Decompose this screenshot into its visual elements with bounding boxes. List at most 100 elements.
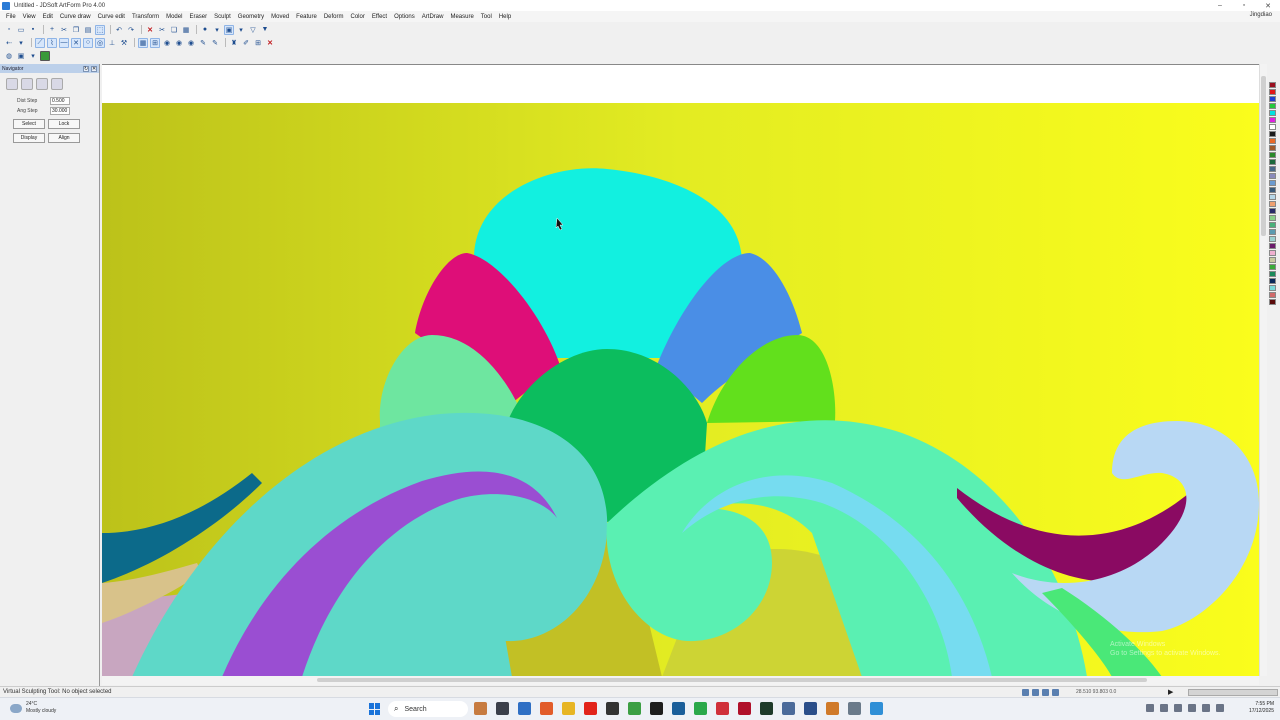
paste-icon[interactable]: ▤	[83, 25, 93, 35]
app-icon[interactable]	[804, 702, 817, 715]
palette-swatch[interactable]	[1269, 82, 1276, 88]
play-icon[interactable]: ▶	[1168, 688, 1173, 696]
palette-swatch[interactable]	[1269, 117, 1276, 123]
design-canvas[interactable]	[102, 64, 1259, 676]
palette-swatch[interactable]	[1269, 180, 1276, 186]
widgets-icon[interactable]	[474, 702, 487, 715]
select-button[interactable]: Select	[13, 119, 45, 129]
system-clock[interactable]: 7:55 PM 17/12/2025	[1236, 701, 1274, 715]
close-icon[interactable]: ✕	[265, 38, 275, 48]
palette-swatch[interactable]	[1269, 278, 1276, 284]
brush-tool-icon[interactable]	[21, 78, 33, 90]
mesh-icon[interactable]: ◉	[186, 38, 196, 48]
menu-effect[interactable]: Effect	[372, 14, 387, 20]
line-icon[interactable]: ⟋	[35, 37, 45, 48]
sphere-icon[interactable]: ●	[200, 25, 210, 35]
app-icon[interactable]	[782, 702, 795, 715]
save-icon[interactable]: ▪	[28, 25, 38, 35]
view-icon[interactable]: ▣	[224, 24, 234, 35]
record-icon[interactable]	[1022, 689, 1029, 696]
copilot-icon[interactable]	[540, 702, 553, 715]
menu-file[interactable]: File	[6, 14, 16, 20]
image-icon[interactable]: ▣	[16, 51, 26, 61]
stamp-icon[interactable]: ♜	[229, 38, 239, 48]
sculpt-tool-icon[interactable]	[6, 78, 18, 90]
mic-icon[interactable]	[1188, 704, 1196, 712]
snap-icon[interactable]	[1052, 689, 1059, 696]
redo-icon[interactable]: ↷	[126, 25, 136, 35]
palette-swatch[interactable]	[1269, 250, 1276, 256]
menu-color[interactable]: Color	[351, 14, 365, 20]
palette-swatch[interactable]	[1269, 138, 1276, 144]
menu-eraser[interactable]: Eraser	[189, 14, 207, 20]
chevron-down-icon[interactable]: ▾	[236, 25, 246, 35]
ang-step-input[interactable]: 30.000	[50, 107, 70, 115]
menu-feature[interactable]: Feature	[296, 14, 317, 20]
smooth-tool-icon[interactable]	[36, 78, 48, 90]
palette-swatch[interactable]	[1269, 208, 1276, 214]
open-file-icon[interactable]: ▭	[16, 25, 26, 35]
capcut-icon[interactable]	[606, 702, 619, 715]
menu-curve-edit[interactable]: Curve edit	[98, 14, 125, 20]
menu-help[interactable]: Help	[499, 14, 511, 20]
menu-artdraw[interactable]: ArtDraw	[422, 14, 444, 20]
palette-swatch[interactable]	[1269, 152, 1276, 158]
menu-edit[interactable]: Edit	[43, 14, 53, 20]
palette-swatch[interactable]	[1269, 229, 1276, 235]
menu-deform[interactable]: Deform	[324, 14, 344, 20]
palette-swatch[interactable]	[1269, 159, 1276, 165]
polyline-icon[interactable]: ⌇	[47, 37, 57, 48]
menu-sculpt[interactable]: Sculpt	[214, 14, 231, 20]
display-button[interactable]: Display	[13, 133, 45, 143]
circle-icon[interactable]: ○	[83, 37, 93, 48]
snap-icon[interactable]: ⊞	[150, 37, 160, 48]
palette-swatch[interactable]	[1269, 187, 1276, 193]
palette-swatch[interactable]	[1269, 264, 1276, 270]
layers-icon[interactable]: ▦	[181, 25, 191, 35]
menu-geometry[interactable]: Geometry	[238, 14, 264, 20]
brush-icon[interactable]: ✎	[210, 38, 220, 48]
chrome-icon[interactable]	[628, 702, 641, 715]
palette-swatch[interactable]	[1269, 271, 1276, 277]
arrow-icon[interactable]: ⇠	[4, 38, 14, 48]
chevron-down-icon[interactable]: ▾	[212, 25, 222, 35]
delete-icon[interactable]: ✕	[145, 25, 155, 35]
menu-view[interactable]: View	[23, 14, 36, 20]
color-palette[interactable]	[1269, 82, 1278, 306]
palette-swatch[interactable]	[1269, 257, 1276, 263]
plus-icon[interactable]: +	[47, 25, 57, 35]
palette-swatch[interactable]	[1269, 285, 1276, 291]
vertical-scroll-thumb[interactable]	[1261, 76, 1266, 236]
palette-icon[interactable]	[40, 50, 50, 61]
pin-icon[interactable]: ↻	[83, 66, 89, 72]
horizontal-scrollbar[interactable]	[102, 676, 1259, 685]
zoom-slider[interactable]	[1188, 689, 1278, 696]
file-explorer-icon[interactable]	[562, 702, 575, 715]
maximize-button[interactable]: ▫	[1232, 0, 1256, 11]
close-icon[interactable]: ✕	[91, 66, 97, 72]
menu-moved[interactable]: Moved	[271, 14, 289, 20]
app-icon[interactable]	[716, 702, 729, 715]
relief-artwork[interactable]	[102, 103, 1259, 676]
mesh-icon[interactable]: ◉	[174, 38, 184, 48]
palette-swatch[interactable]	[1269, 110, 1276, 116]
copy-icon[interactable]: ❐	[71, 25, 81, 35]
palette-swatch[interactable]	[1269, 131, 1276, 137]
scissors-icon[interactable]: ✂	[157, 25, 167, 35]
app-icon[interactable]	[694, 702, 707, 715]
grid-select-icon[interactable]: ⊞	[253, 38, 263, 48]
app-icon[interactable]	[826, 702, 839, 715]
palette-swatch[interactable]	[1269, 243, 1276, 249]
palette-swatch[interactable]	[1269, 201, 1276, 207]
hand-tool-icon[interactable]	[51, 78, 63, 90]
horizontal-scroll-thumb[interactable]	[317, 678, 1147, 682]
palette-swatch[interactable]	[1269, 236, 1276, 242]
palette-swatch[interactable]	[1269, 222, 1276, 228]
weather-widget[interactable]: 24°C Mostly cloudy	[10, 701, 56, 715]
minimize-button[interactable]: –	[1208, 0, 1232, 11]
layer-icon[interactable]	[1032, 689, 1039, 696]
steam-icon[interactable]	[672, 702, 685, 715]
select-icon[interactable]: ⬚	[95, 24, 105, 35]
funnel-icon[interactable]: ▼	[260, 25, 270, 35]
app-tray-icon[interactable]	[1174, 704, 1182, 712]
